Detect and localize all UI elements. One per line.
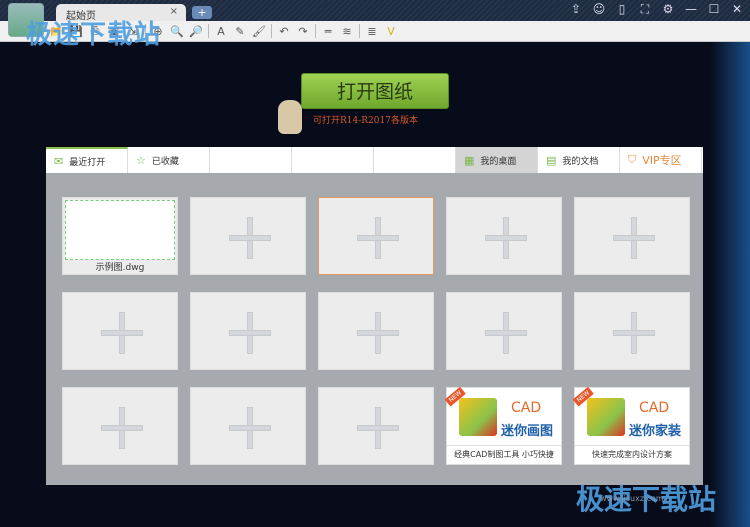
- empty-slot[interactable]: [574, 197, 690, 275]
- plus-icon: [229, 217, 271, 259]
- tab-label: 已收藏: [151, 156, 179, 167]
- redo-icon[interactable]: ↷: [296, 25, 310, 38]
- plus-icon: [229, 407, 271, 449]
- tab-label: 我的文档: [562, 156, 599, 167]
- pencil-icon[interactable]: ✎: [233, 25, 247, 38]
- file-panel: ✉ 最近打开 ☆ 已收藏 ▦ 我的桌面 ▤ 我的文档 ⛉ VIP专区 示例图.dwg NEW CAD 迷…: [46, 147, 703, 485]
- version-subtitle: 可打开R14-R2017各版本: [313, 116, 418, 126]
- empty-slot[interactable]: [318, 387, 434, 465]
- toolbar-separator: [359, 24, 360, 38]
- empty-slot[interactable]: [318, 292, 434, 370]
- share-icon[interactable]: ⇪: [569, 2, 583, 17]
- wechat-icon[interactable]: ☺: [592, 2, 606, 17]
- plus-icon: [357, 312, 399, 354]
- ad-brand: CAD: [511, 400, 542, 416]
- empty-slot[interactable]: [318, 197, 434, 275]
- minimize-icon[interactable]: —: [684, 2, 698, 17]
- empty-slot[interactable]: [446, 197, 562, 275]
- tab-label: VIP专区: [642, 154, 682, 167]
- text-icon[interactable]: A: [214, 25, 228, 38]
- tab-close-icon[interactable]: ×: [170, 6, 178, 17]
- settings-icon[interactable]: ⚙: [661, 2, 675, 17]
- tab-7[interactable]: ▤ 我的文档: [538, 147, 620, 173]
- window-controls: ⇪ ☺ ▯ ⛶ ⚙ — ☐ ✕: [569, 2, 744, 17]
- brush-icon[interactable]: 🖌: [252, 25, 266, 38]
- plus-icon: [485, 312, 527, 354]
- watermark-url: www.jisuxz.com: [600, 494, 664, 503]
- app-logo-icon: [459, 398, 497, 436]
- empty-slot[interactable]: [62, 387, 178, 465]
- tab-8[interactable]: ⛉ VIP专区: [620, 147, 702, 173]
- ad-name: 迷你画图: [501, 424, 554, 439]
- tab-icon: ☆: [136, 153, 146, 167]
- mascot-image: [278, 100, 302, 134]
- tab-2[interactable]: ☆ 已收藏: [128, 147, 210, 173]
- plus-icon: [229, 312, 271, 354]
- fullscreen-icon[interactable]: ⛶: [638, 2, 652, 17]
- plus-icon: [613, 217, 655, 259]
- panel-tabs: ✉ 最近打开 ☆ 已收藏 ▦ 我的桌面 ▤ 我的文档 ⛉ VIP专区: [46, 147, 703, 173]
- toolbar-separator: [271, 24, 272, 38]
- mobile-icon[interactable]: ▯: [615, 2, 629, 17]
- layer-line-icon[interactable]: ≋: [340, 25, 354, 38]
- tab-3: [210, 147, 292, 173]
- vip-icon[interactable]: V: [384, 25, 398, 38]
- empty-slot[interactable]: [446, 292, 562, 370]
- empty-slot[interactable]: [190, 387, 306, 465]
- file-name: 示例图.dwg: [95, 263, 145, 273]
- measure-icon[interactable]: ═: [321, 25, 335, 38]
- zoom-window-icon[interactable]: 🔍: [170, 25, 184, 38]
- maximize-icon[interactable]: ☐: [707, 2, 721, 17]
- empty-slot[interactable]: [62, 292, 178, 370]
- close-icon[interactable]: ✕: [730, 2, 744, 17]
- plus-icon: [485, 217, 527, 259]
- ad-name: 迷你家装: [629, 424, 682, 439]
- empty-slot[interactable]: [190, 197, 306, 275]
- tab-5: [374, 147, 456, 173]
- empty-slot[interactable]: [190, 292, 306, 370]
- background-glow: [710, 42, 750, 527]
- zoom-extents-icon[interactable]: 🔎: [189, 25, 203, 38]
- plus-icon: [357, 217, 399, 259]
- toolbar-separator: [208, 24, 209, 38]
- tab-icon: ✉: [54, 154, 64, 168]
- undo-icon[interactable]: ↶: [277, 25, 291, 38]
- tab-icon: ▤: [546, 153, 557, 167]
- ad-desc: 经典CAD制图工具 小巧快捷: [447, 445, 561, 460]
- plus-icon: [613, 312, 655, 354]
- app-logo-icon: [587, 398, 625, 436]
- plus-icon: [101, 312, 143, 354]
- toolbar-separator: [315, 24, 316, 38]
- tab-icon: ▦: [464, 153, 475, 167]
- watermark-logo: 极速下载站: [26, 20, 162, 50]
- ad-desc: 快速完成室内设计方案: [575, 445, 689, 460]
- ad-tile-1[interactable]: NEW CAD 迷你画图 经典CAD制图工具 小巧快捷: [444, 386, 562, 465]
- new-tab-button[interactable]: +: [192, 6, 212, 19]
- drawing-thumbnail: [65, 200, 175, 260]
- empty-slot[interactable]: [574, 292, 690, 370]
- ad-brand: CAD: [639, 400, 670, 416]
- tab-label: 最近打开: [69, 157, 106, 168]
- plus-icon: [357, 407, 399, 449]
- tab-6[interactable]: ▦ 我的桌面: [456, 147, 538, 173]
- open-drawing-button[interactable]: 打开图纸: [301, 73, 449, 109]
- tab-1[interactable]: ✉ 最近打开: [46, 147, 128, 173]
- plus-icon: [101, 407, 143, 449]
- tab-icon: ⛉: [628, 153, 637, 166]
- recent-file-tile[interactable]: 示例图.dwg: [62, 197, 178, 275]
- tab-4: [292, 147, 374, 173]
- ad-tile-2[interactable]: NEW CAD 迷你家装 快速完成室内设计方案: [572, 386, 690, 465]
- layers-icon[interactable]: ≣: [365, 25, 379, 38]
- tab-label: 我的桌面: [480, 156, 517, 167]
